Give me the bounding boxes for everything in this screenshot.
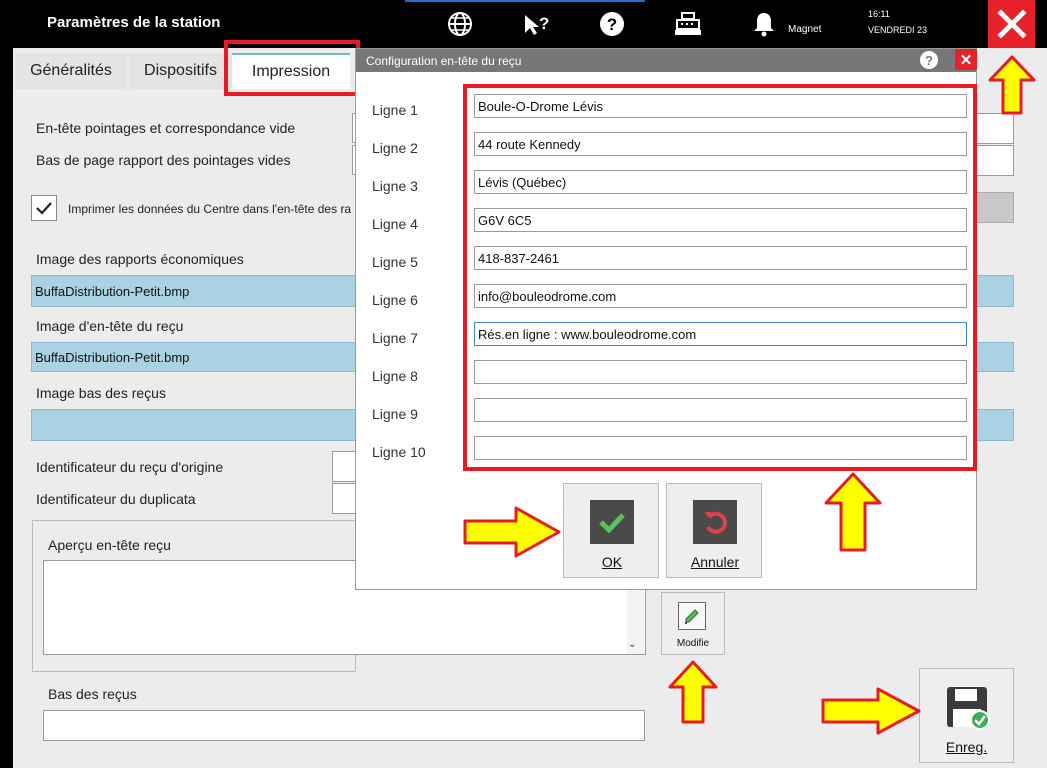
right-grey-button[interactable] <box>975 192 1014 223</box>
dialog-help-button[interactable]: ? <box>920 51 938 69</box>
print-center-checkbox[interactable] <box>31 195 57 221</box>
cancel-button[interactable]: Annuler <box>666 483 762 578</box>
save-icon <box>945 685 991 736</box>
receipt-footer-image-field[interactable] <box>31 409 359 441</box>
svg-text:?: ? <box>607 15 617 34</box>
ok-button[interactable]: OK <box>563 483 659 578</box>
help-icon[interactable]: ? <box>597 9 627 39</box>
econ-image-label: Image des rapports économiques <box>36 251 244 267</box>
tab-generalites[interactable]: Généralités <box>15 53 127 89</box>
receipt-footer-image-label: Image bas des reçus <box>36 385 166 401</box>
checkmark-icon <box>36 202 52 215</box>
clock-time: 16:11 <box>868 9 890 19</box>
line-2-label: Ligne 2 <box>372 140 418 156</box>
cancel-label: Annuler <box>690 554 740 570</box>
pencil-icon <box>678 602 706 630</box>
line-5-label: Ligne 5 <box>372 254 418 270</box>
ok-label: OK <box>601 554 623 570</box>
receipt-header-image-field[interactable]: BuffaDistribution-Petit.bmp <box>31 342 359 372</box>
duplicate-id-label: Identificateur du duplicata <box>36 491 196 507</box>
receipt-header-image-label: Image d'en-tête du reçu <box>36 318 184 334</box>
line-3-label: Ligne 3 <box>372 178 418 194</box>
line-8-label: Ligne 8 <box>372 368 418 384</box>
print-center-label: Imprimer les données du Centre dans l'en… <box>68 202 352 216</box>
bell-icon[interactable] <box>749 9 779 39</box>
user-name: Magnet <box>788 24 822 35</box>
line-9-label: Ligne 9 <box>372 406 418 422</box>
line-1-label: Ligne 1 <box>372 102 418 118</box>
preview-label: Aperçu en-tête reçu <box>48 537 171 553</box>
orig-receipt-id-label: Identificateur du reçu d'origine <box>36 459 224 475</box>
header-empty-label: En-tête pointages et correspondance vide <box>36 120 296 136</box>
tab-dispositifs[interactable]: Dispositifs <box>129 53 232 89</box>
line-7-label: Ligne 7 <box>372 330 418 346</box>
receipt-footer-image-field-right[interactable] <box>975 409 1014 441</box>
undo-icon <box>693 500 737 544</box>
chevron-down-icon[interactable]: ⌄ <box>628 639 636 650</box>
receipt-header-image-field-right[interactable] <box>975 342 1014 372</box>
dialog-close-button[interactable]: ✕ <box>955 49 977 70</box>
annotation-arrow-right-ok <box>463 506 561 558</box>
footer-empty-field-right[interactable] <box>975 145 1014 176</box>
svg-text:?: ? <box>539 14 549 33</box>
pointer-help-icon[interactable]: ? <box>521 9 551 39</box>
annotation-arrow-right-save <box>821 687 921 735</box>
footer-label: Bas des reçus <box>48 686 137 702</box>
annotation-frame-tab <box>224 40 360 96</box>
annotation-arrow-up-close <box>988 55 1036 115</box>
annotation-arrow-up-modify <box>668 660 718 724</box>
line-6-label: Ligne 6 <box>372 292 418 308</box>
save-label: Enreg. <box>945 739 988 755</box>
annotation-frame-lines <box>463 84 977 471</box>
close-window-button[interactable] <box>988 0 1035 48</box>
footer-empty-label: Bas de page rapport des pointages vides <box>36 152 291 168</box>
top-accent-line <box>405 0 645 2</box>
clock-date: VENDREDI 23 <box>868 25 928 35</box>
header-empty-field-right[interactable] <box>975 113 1014 144</box>
check-icon <box>590 500 634 544</box>
line-10-label: Ligne 10 <box>372 444 426 460</box>
cash-register-icon[interactable] <box>673 9 703 39</box>
close-icon <box>996 9 1027 39</box>
footer-field[interactable] <box>43 710 645 741</box>
line-4-label: Ligne 4 <box>372 216 418 232</box>
dialog-title: Configuration en-tête du reçu <box>366 54 522 68</box>
annotation-arrow-up-lines <box>824 472 882 552</box>
modify-label: Modifie <box>676 638 710 649</box>
app-title: Paramètres de la station <box>47 14 221 31</box>
econ-image-field[interactable]: BuffaDistribution-Petit.bmp <box>31 275 359 307</box>
globe-icon[interactable] <box>445 9 475 39</box>
econ-image-field-right[interactable] <box>975 275 1014 307</box>
